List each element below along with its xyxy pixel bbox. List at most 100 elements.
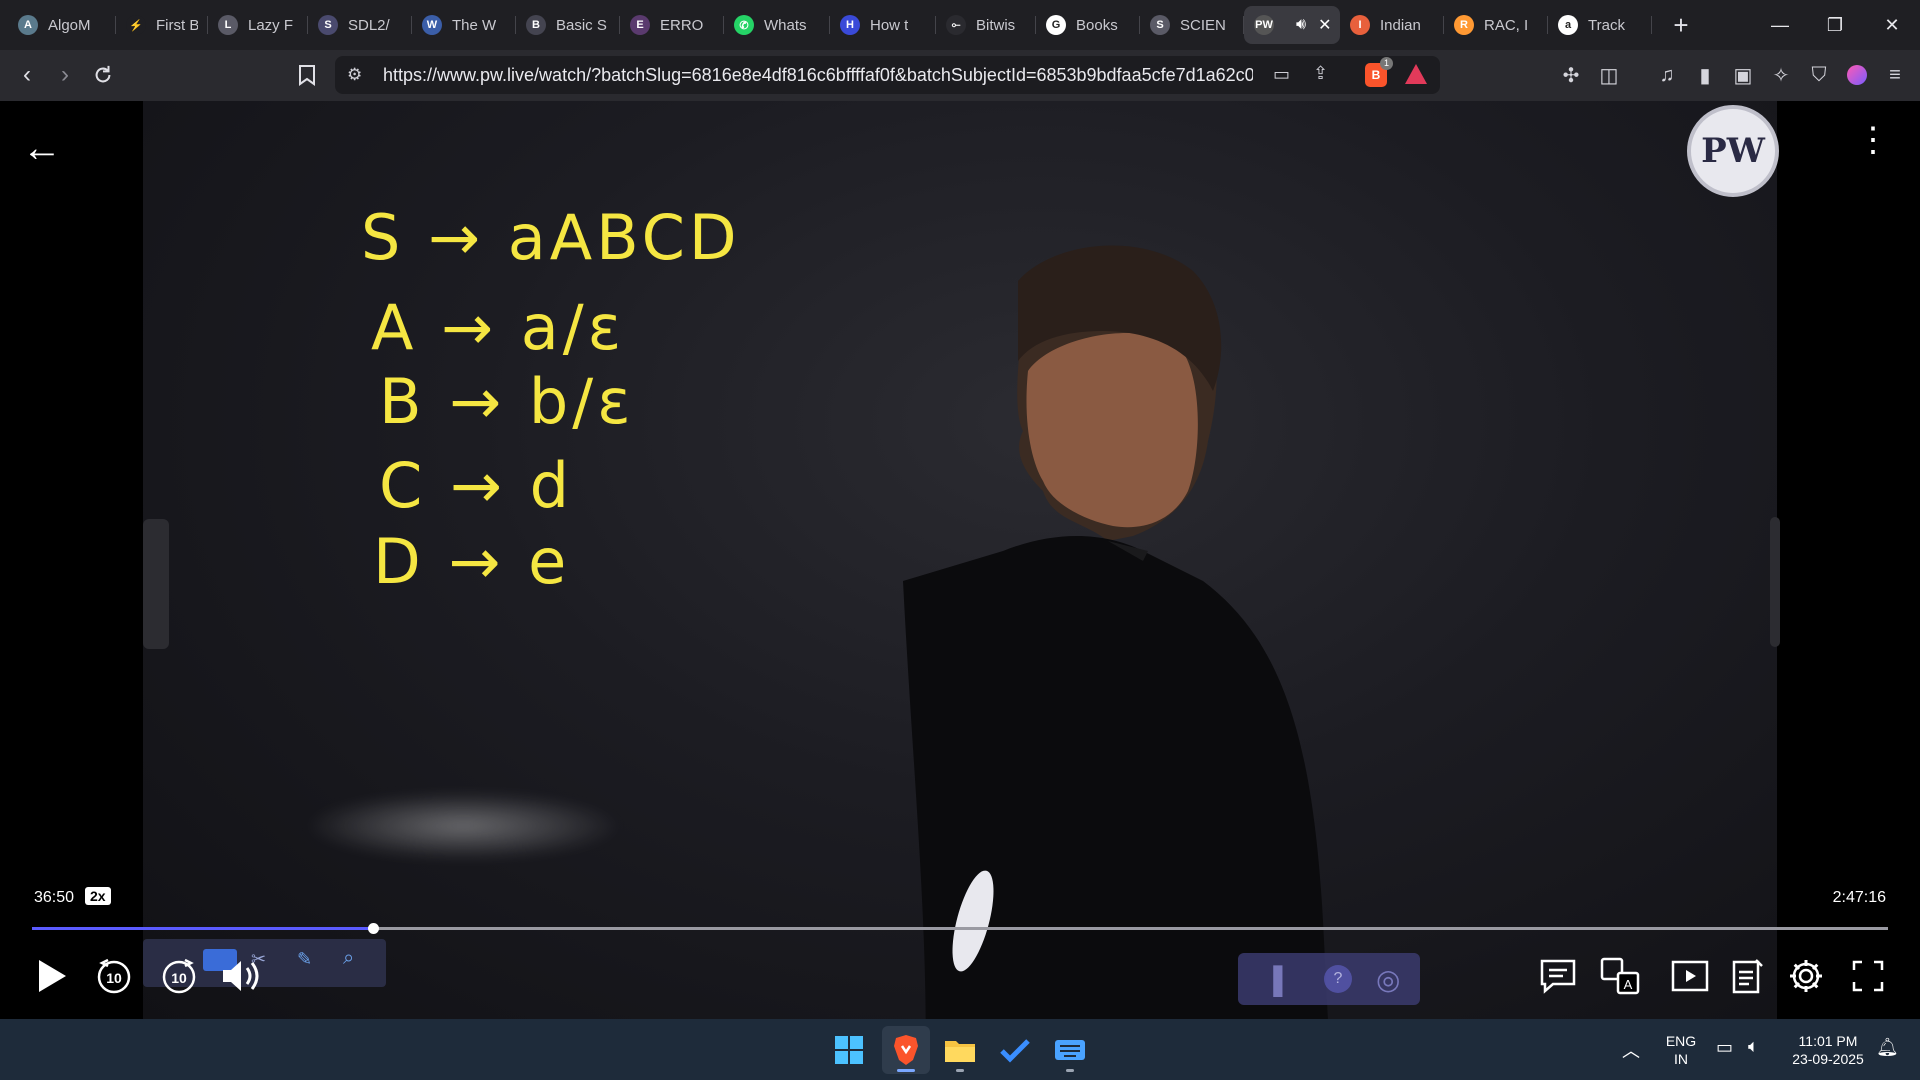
volume-button[interactable] xyxy=(218,952,266,1000)
browser-tab[interactable]: E ERRO xyxy=(620,6,724,44)
active-browser-tab[interactable]: PW 🔊︎ ✕ xyxy=(1244,6,1340,44)
browser-tab[interactable]: ⚡ First B xyxy=(116,6,208,44)
interaction-tools-strip: ▐ ? ◎ xyxy=(1238,953,1420,1005)
video-back-arrow-icon[interactable]: ← xyxy=(22,126,62,171)
tab-title: AlgoM xyxy=(48,16,91,34)
browser-tab[interactable]: a Track xyxy=(1548,6,1652,44)
taskbar-todo[interactable] xyxy=(991,1026,1039,1074)
menu-icon[interactable]: ≡ xyxy=(1882,62,1908,88)
notes-button[interactable] xyxy=(1724,952,1772,1000)
restore-button[interactable]: ❐ xyxy=(1807,0,1863,50)
doubt-icon[interactable]: ? xyxy=(1324,965,1352,993)
teacher-figure: A4 xyxy=(903,245,1328,1019)
video-more-options-icon[interactable]: ⋮ xyxy=(1856,123,1890,157)
tab-title: Whats xyxy=(764,16,807,34)
language-indicator[interactable]: ENG IN xyxy=(1664,1032,1698,1068)
fullscreen-button[interactable] xyxy=(1844,952,1892,1000)
vpn-icon[interactable]: ⛉ xyxy=(1806,62,1832,88)
address-bar[interactable]: ⚙ https://www.pw.live/watch/?batchSlug=6… xyxy=(335,56,1440,94)
bookmark-button[interactable] xyxy=(290,58,324,92)
browser-tab[interactable]: B Basic S xyxy=(516,6,620,44)
board-line-4: C → d xyxy=(379,449,574,522)
taskbar-file-explorer[interactable] xyxy=(936,1026,984,1074)
right-panel-handle[interactable] xyxy=(1770,517,1780,647)
leo-ai-icon[interactable]: ✧ xyxy=(1768,62,1794,88)
browser-tab[interactable]: A AlgoM xyxy=(8,6,116,44)
tab-favicon-icon: R xyxy=(1454,15,1474,35)
site-settings-icon[interactable]: ⚙ xyxy=(347,65,362,85)
rewind-10-button[interactable]: 10 xyxy=(90,952,138,1000)
close-window-button[interactable]: ✕ xyxy=(1864,0,1920,50)
network-icon[interactable]: ▭ xyxy=(1716,1037,1733,1058)
current-time: 36:50 xyxy=(34,889,75,906)
total-duration: 2:47:16 xyxy=(1832,889,1886,906)
tab-title: Basic S xyxy=(556,16,607,34)
wallet-icon[interactable]: ▣ xyxy=(1730,62,1756,88)
browser-tab[interactable]: S SDL2/ xyxy=(308,6,412,44)
left-panel-handle[interactable] xyxy=(143,519,169,649)
video-player[interactable]: S → aABCD A → a/ε B → b/ε C → d D → e A4… xyxy=(0,101,1920,1019)
brave-rewards-icon[interactable] xyxy=(1405,64,1427,84)
progress-fill xyxy=(32,927,373,930)
running-indicator xyxy=(1066,1069,1074,1072)
tab-title: ERRO xyxy=(660,16,704,34)
tab-close-button[interactable]: ✕ xyxy=(1318,15,1331,35)
taskbar-brave[interactable] xyxy=(882,1026,930,1074)
tab-title: Books xyxy=(1076,16,1118,34)
video-call-icon[interactable]: ◎ xyxy=(1376,963,1400,996)
new-tab-button[interactable]: + xyxy=(1666,10,1696,41)
tab-title: RAC, I xyxy=(1484,16,1529,34)
reload-icon xyxy=(95,65,111,83)
chat-button[interactable] xyxy=(1534,952,1582,1000)
gear-icon xyxy=(1790,960,1822,992)
clock-date: 23-09-2025 xyxy=(1792,1051,1864,1067)
poll-icon[interactable]: ▐ xyxy=(1264,965,1282,996)
back-button[interactable]: ‹ xyxy=(10,58,44,92)
settings-button[interactable] xyxy=(1782,952,1830,1000)
speaker-icon[interactable]: 🔈︎ xyxy=(1748,1036,1759,1057)
browser-tab[interactable]: L Lazy F xyxy=(208,6,308,44)
browser-tab[interactable]: R RAC, I xyxy=(1444,6,1548,44)
pip-button[interactable] xyxy=(1666,952,1714,1000)
playback-speed-badge[interactable]: 2x xyxy=(85,887,111,905)
taskbar-keyboard-app[interactable] xyxy=(1046,1026,1094,1074)
extensions-icon[interactable]: ✣ xyxy=(1558,62,1584,88)
browser-tab[interactable]: G Books xyxy=(1036,6,1140,44)
browser-tab[interactable]: I Indian xyxy=(1340,6,1444,44)
tab-title: How t xyxy=(870,16,909,34)
play-button[interactable] xyxy=(28,952,76,1000)
forward-button[interactable]: › xyxy=(48,58,82,92)
browser-tab[interactable]: S SCIEN xyxy=(1140,6,1244,44)
media-controls-icon[interactable]: ♫ xyxy=(1654,62,1680,88)
clock-time: 11:01 PM xyxy=(1798,1033,1858,1049)
tab-favicon-icon: G xyxy=(1046,15,1066,35)
browser-tab[interactable]: ⟜ Bitwis xyxy=(936,6,1036,44)
profile-icon[interactable] xyxy=(1844,62,1870,88)
notification-bell-icon[interactable]: 🔔︎ xyxy=(1876,1037,1899,1058)
browser-tab[interactable]: ✆ Whats xyxy=(724,6,830,44)
keyboard-icon xyxy=(1055,1040,1085,1060)
cast-icon[interactable]: ▭ xyxy=(1273,64,1290,85)
reload-button[interactable] xyxy=(86,58,120,92)
browser-tab[interactable]: W The W xyxy=(412,6,516,44)
progress-thumb[interactable] xyxy=(367,923,379,934)
tray-overflow-chevron-icon[interactable]: ︿ xyxy=(1622,1037,1640,1063)
share-icon[interactable]: ⇪ xyxy=(1313,63,1328,84)
tab-favicon-icon: B xyxy=(526,15,546,35)
tab-title: SDL2/ xyxy=(348,16,390,34)
forward-10-button[interactable]: 10 xyxy=(155,952,203,1000)
translate-button[interactable]: A xyxy=(1596,952,1644,1000)
translate-icon: A xyxy=(1600,957,1640,995)
video-progress-bar[interactable] xyxy=(32,923,1888,934)
clock[interactable]: 11:01 PM 23-09-2025 xyxy=(1780,1032,1876,1068)
windows-logo-icon xyxy=(835,1036,863,1064)
minimize-button[interactable]: — xyxy=(1752,0,1808,50)
start-button[interactable] xyxy=(825,1026,873,1074)
board-line-1: S → aABCD xyxy=(361,201,741,274)
tab-favicon-icon: L xyxy=(218,15,238,35)
browser-tab[interactable]: H How t xyxy=(830,6,936,44)
url-text[interactable]: https://www.pw.live/watch/?batchSlug=681… xyxy=(383,65,1253,86)
sidebar-icon[interactable]: ▮ xyxy=(1692,62,1718,88)
reader-mode-icon[interactable]: ◫ xyxy=(1596,62,1622,88)
tab-audio-speaker-icon[interactable]: 🔊︎ xyxy=(1296,16,1306,34)
